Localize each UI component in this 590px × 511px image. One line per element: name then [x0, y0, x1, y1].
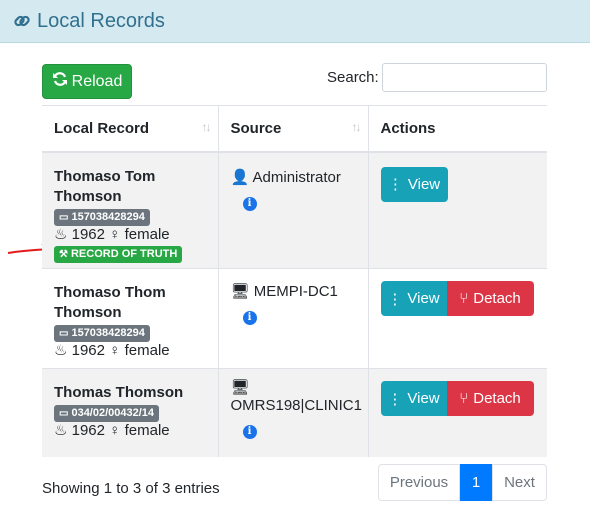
sort-icon: ↑↓: [201, 120, 212, 134]
id-card-icon: ▭: [59, 328, 69, 339]
refresh-icon: [52, 71, 68, 92]
birthday-cake-icon: ♨: [54, 225, 68, 243]
record-name: Thomaso Thom Thomson: [54, 284, 166, 321]
info-icon[interactable]: i: [242, 196, 257, 211]
female-icon: ♀: [109, 342, 121, 359]
source-name: Administrator: [252, 168, 341, 186]
desktop-icon: 🖥: [230, 283, 250, 300]
detach-button[interactable]: ⑂ Detach: [446, 281, 534, 316]
table-info: Showing 1 to 3 of 3 entries: [42, 480, 220, 497]
id-badge: ▭ 157038428294: [54, 208, 150, 226]
link-icon: [13, 12, 31, 35]
sort-icon: ↑↓: [351, 120, 362, 134]
search-input[interactable]: [382, 63, 547, 92]
desktop-icon: 🖥: [230, 379, 250, 396]
column-header-actions: Actions: [367, 105, 547, 153]
code-branch-icon: ⑂: [459, 390, 469, 407]
records-table: Local Record ↑↓ Source ↑↓ Actions Thomas…: [42, 105, 547, 457]
pagination-previous[interactable]: Previous: [378, 464, 460, 501]
female-icon: ♀: [109, 422, 121, 439]
info-vertical-icon: ⋮: [387, 176, 403, 193]
info-icon[interactable]: i: [242, 425, 257, 439]
birthday-cake-icon: ♨: [54, 422, 68, 439]
table-row: Thomaso Tom Thomson ▭ 157038428294 ♨ 1962…: [42, 151, 547, 269]
gender: female: [124, 422, 170, 439]
id-badge: ▭ 034/02/00432/14: [54, 405, 160, 422]
record-of-truth-badge: ⚒ RECORD OF TRUTH: [54, 245, 183, 263]
info-vertical-icon: ⋮: [387, 390, 403, 408]
source-name: OMRS198|CLINIC1: [230, 397, 362, 414]
pagination-page-1[interactable]: 1: [460, 464, 492, 501]
female-icon: ♀: [109, 225, 121, 243]
view-button[interactable]: ⋮ View: [380, 381, 447, 416]
birth-year: 1962: [71, 422, 105, 439]
page-title: Local Records: [37, 10, 165, 32]
search-label: Search:: [327, 69, 379, 86]
table-row: Thomas Thomson ▭ 034/02/00432/14 ♨ 1962 ♀…: [42, 368, 547, 457]
code-branch-icon: ⑂: [459, 290, 469, 307]
id-card-icon: ▭: [59, 408, 69, 419]
detach-button[interactable]: ⑂ Detach: [446, 381, 534, 416]
reload-label: Reload: [71, 72, 123, 90]
pagination: Previous 1 Next: [378, 464, 547, 501]
birth-year: 1962: [71, 225, 105, 243]
user-icon: 👤: [230, 168, 250, 186]
birthday-cake-icon: ♨: [54, 342, 68, 359]
view-button[interactable]: ⋮ View: [380, 166, 448, 202]
table-row: Thomaso Thom Thomson ▭ 157038428294 ♨ 196…: [42, 268, 547, 369]
id-badge: ▭ 157038428294: [54, 325, 150, 342]
column-header-local-record[interactable]: Local Record ↑↓: [42, 105, 218, 153]
source-name: MEMPI-DC1: [253, 283, 338, 300]
gender: female: [124, 342, 170, 359]
view-button[interactable]: ⋮ View: [380, 281, 447, 316]
column-header-source[interactable]: Source ↑↓: [217, 105, 368, 153]
reload-button[interactable]: Reload: [42, 64, 132, 99]
info-vertical-icon: ⋮: [387, 290, 403, 308]
gender: female: [124, 225, 170, 243]
gavel-icon: ⚒: [59, 248, 68, 260]
pagination-next[interactable]: Next: [492, 464, 547, 501]
birth-year: 1962: [71, 342, 105, 359]
record-name: Thomaso Tom Thomson: [54, 167, 156, 205]
info-icon[interactable]: i: [242, 311, 257, 325]
page-header: Local Records: [0, 0, 590, 43]
record-name: Thomas Thomson: [54, 384, 184, 401]
id-card-icon: ▭: [59, 211, 69, 223]
